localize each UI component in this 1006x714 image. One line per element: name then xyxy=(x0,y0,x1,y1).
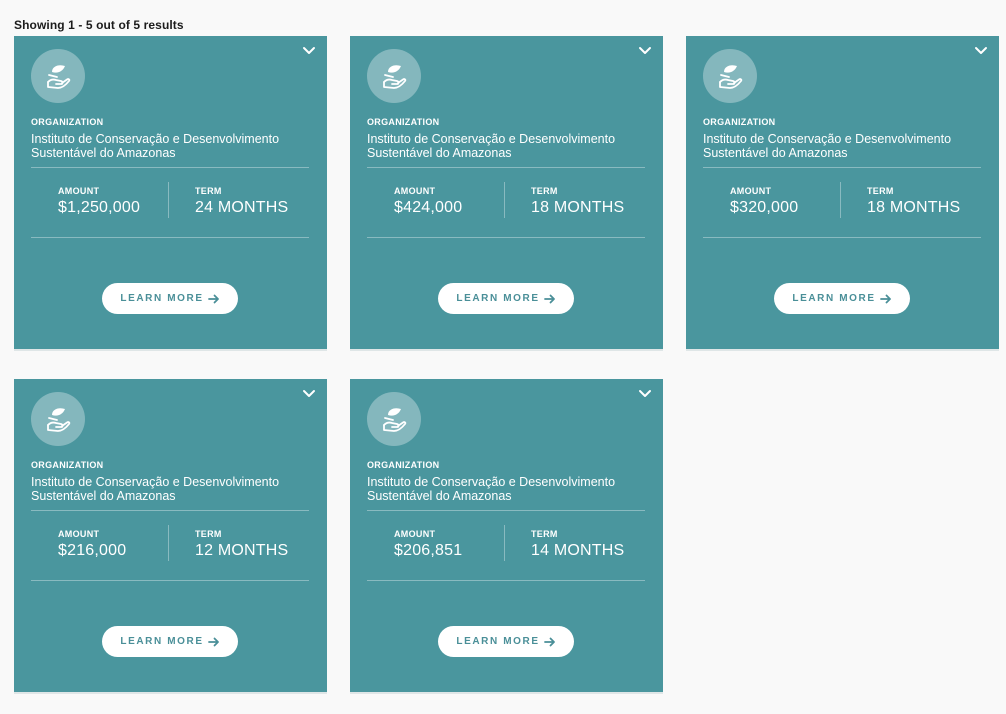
amount-value: $206,851 xyxy=(394,542,463,559)
amount-label: AMOUNT xyxy=(394,529,436,539)
learn-more-label: LEARN MORE xyxy=(120,293,204,304)
arrow-right-icon xyxy=(543,637,556,647)
term-block: TERM 18 MONTHS xyxy=(531,186,624,217)
term-value: 12 MONTHS xyxy=(195,542,289,559)
divider xyxy=(367,580,645,581)
arrow-right-icon xyxy=(543,294,556,304)
grant-card: ORGANIZATION Instituto de Conservação e … xyxy=(350,379,663,694)
hand-leaf-icon xyxy=(367,49,421,103)
chevron-down-icon[interactable] xyxy=(638,45,652,57)
divider xyxy=(703,237,981,238)
learn-more-label: LEARN MORE xyxy=(456,293,540,304)
organization-label: ORGANIZATION xyxy=(703,117,776,127)
term-label: TERM xyxy=(531,186,558,196)
divider xyxy=(367,167,645,168)
results-count: Showing 1 - 5 out of 5 results xyxy=(14,18,184,32)
arrow-right-icon xyxy=(207,294,220,304)
chevron-down-icon[interactable] xyxy=(974,45,988,57)
metric-separator xyxy=(504,182,505,218)
chevron-down-icon[interactable] xyxy=(638,388,652,400)
learn-more-label: LEARN MORE xyxy=(120,636,204,647)
hand-leaf-icon xyxy=(367,392,421,446)
learn-more-label: LEARN MORE xyxy=(456,636,540,647)
metric-separator xyxy=(168,525,169,561)
term-label: TERM xyxy=(531,529,558,539)
learn-more-button[interactable]: LEARN MORE xyxy=(438,626,574,657)
amount-block: AMOUNT $424,000 xyxy=(394,186,462,217)
organization-name: Instituto de Conservação e Desenvolvimen… xyxy=(367,475,616,503)
amount-block: AMOUNT $320,000 xyxy=(730,186,798,217)
term-block: TERM 14 MONTHS xyxy=(531,529,624,560)
divider xyxy=(31,167,309,168)
term-value: 24 MONTHS xyxy=(195,199,289,216)
amount-value: $320,000 xyxy=(730,199,799,216)
metric-separator xyxy=(840,182,841,218)
chevron-down-icon[interactable] xyxy=(302,388,316,400)
term-value: 14 MONTHS xyxy=(531,542,625,559)
organization-label: ORGANIZATION xyxy=(367,460,440,470)
organization-name: Instituto de Conservação e Desenvolvimen… xyxy=(31,132,280,160)
divider xyxy=(31,510,309,511)
hand-leaf-icon xyxy=(31,392,85,446)
divider xyxy=(367,237,645,238)
grant-card: ORGANIZATION Instituto de Conservação e … xyxy=(350,36,663,351)
amount-label: AMOUNT xyxy=(58,186,100,196)
organization-name: Instituto de Conservação e Desenvolvimen… xyxy=(367,132,616,160)
term-label: TERM xyxy=(195,529,222,539)
organization-label: ORGANIZATION xyxy=(367,117,440,127)
grant-card: ORGANIZATION Instituto de Conservação e … xyxy=(14,379,327,694)
organization-label: ORGANIZATION xyxy=(31,117,104,127)
amount-block: AMOUNT $206,851 xyxy=(394,529,462,560)
amount-value: $1,250,000 xyxy=(58,199,141,216)
hand-leaf-icon xyxy=(31,49,85,103)
results-page: Showing 1 - 5 out of 5 results ORGANIZAT… xyxy=(0,0,1006,714)
amount-label: AMOUNT xyxy=(58,529,100,539)
term-value: 18 MONTHS xyxy=(867,199,961,216)
divider xyxy=(31,237,309,238)
organization-name: Instituto de Conservação e Desenvolvimen… xyxy=(31,475,280,503)
arrow-right-icon xyxy=(879,294,892,304)
term-label: TERM xyxy=(195,186,222,196)
term-value: 18 MONTHS xyxy=(531,199,625,216)
amount-value: $216,000 xyxy=(58,542,127,559)
learn-more-button[interactable]: LEARN MORE xyxy=(774,283,910,314)
learn-more-button[interactable]: LEARN MORE xyxy=(102,626,238,657)
amount-label: AMOUNT xyxy=(394,186,436,196)
term-block: TERM 18 MONTHS xyxy=(867,186,960,217)
learn-more-label: LEARN MORE xyxy=(792,293,876,304)
divider xyxy=(703,167,981,168)
grant-card: ORGANIZATION Instituto de Conservação e … xyxy=(14,36,327,351)
metric-separator xyxy=(168,182,169,218)
grant-card-grid: ORGANIZATION Instituto de Conservação e … xyxy=(14,36,1000,694)
amount-block: AMOUNT $1,250,000 xyxy=(58,186,140,217)
hand-leaf-icon xyxy=(703,49,757,103)
term-block: TERM 24 MONTHS xyxy=(195,186,288,217)
learn-more-button[interactable]: LEARN MORE xyxy=(438,283,574,314)
term-label: TERM xyxy=(867,186,894,196)
amount-block: AMOUNT $216,000 xyxy=(58,529,126,560)
term-block: TERM 12 MONTHS xyxy=(195,529,288,560)
divider xyxy=(367,510,645,511)
chevron-down-icon[interactable] xyxy=(302,45,316,57)
divider xyxy=(31,580,309,581)
organization-name: Instituto de Conservação e Desenvolvimen… xyxy=(703,132,952,160)
arrow-right-icon xyxy=(207,637,220,647)
grant-card: ORGANIZATION Instituto de Conservação e … xyxy=(686,36,999,351)
amount-label: AMOUNT xyxy=(730,186,772,196)
metric-separator xyxy=(504,525,505,561)
amount-value: $424,000 xyxy=(394,199,463,216)
organization-label: ORGANIZATION xyxy=(31,460,104,470)
learn-more-button[interactable]: LEARN MORE xyxy=(102,283,238,314)
